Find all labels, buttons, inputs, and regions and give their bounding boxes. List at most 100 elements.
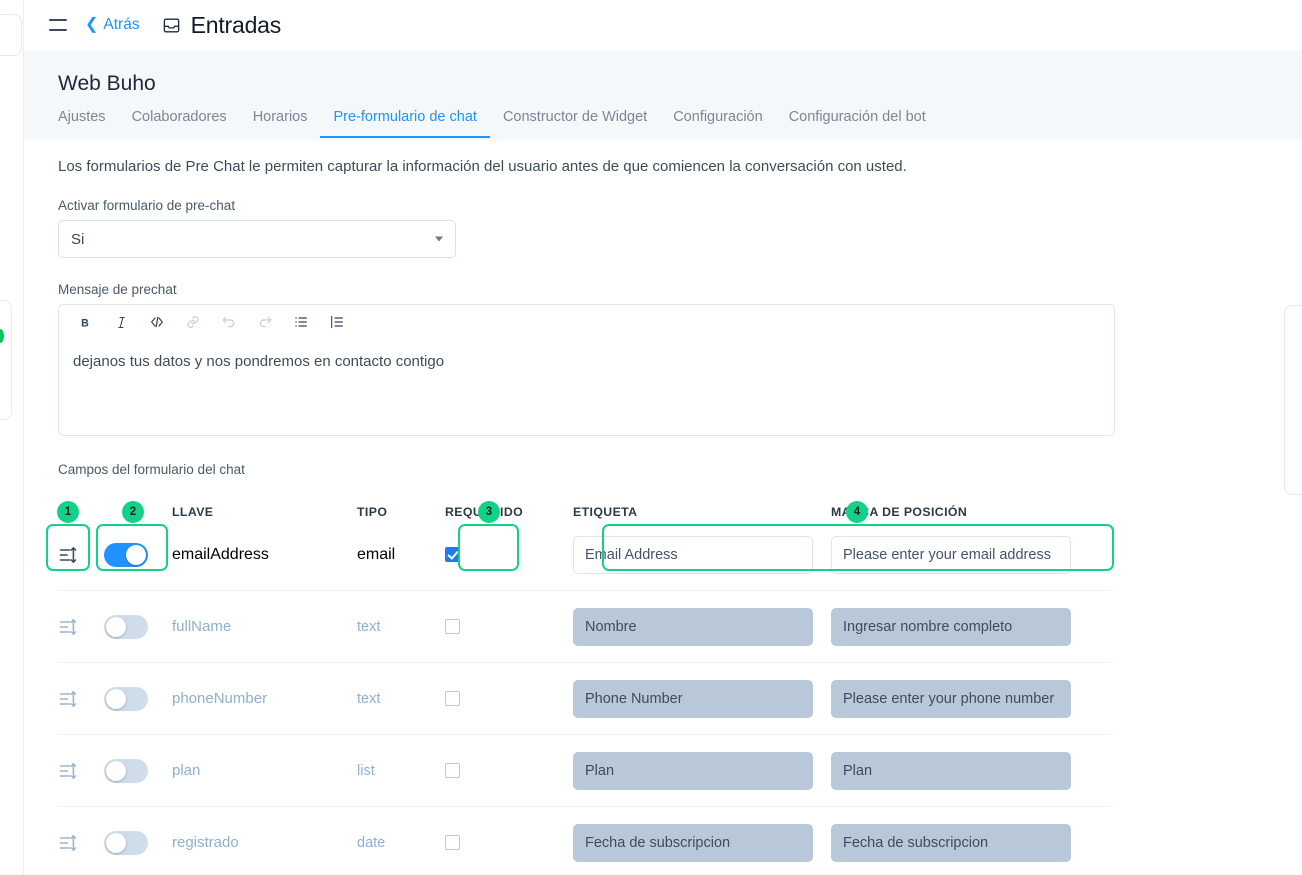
toggle-knob [126,545,146,565]
header-tipo: TIPO [357,505,445,519]
required-checkbox[interactable] [445,619,460,634]
prechat-message-editor: B [58,304,1115,436]
drag-handle-cell [58,617,104,637]
field-type: text [357,619,380,635]
enable-toggle-cell [104,687,172,711]
page-title: Web Buho [58,72,156,96]
enable-toggle[interactable] [104,831,148,855]
tab-pre-formulario-de-chat[interactable]: Pre-formulario de chat [320,110,489,138]
table-row: phoneNumber text Phone Number Please ent… [58,663,1115,735]
top-bar: ❮ Atrás Entradas [24,0,1302,50]
prechat-message-label: Mensaje de prechat [58,282,1302,297]
enable-toggle[interactable] [104,759,148,783]
tab-horarios[interactable]: Horarios [240,110,321,138]
placeholder-cell: Ingresar nombre completo [831,608,1107,646]
placeholder-input: Plan [831,752,1071,790]
form-body: Los formularios de Pre Chat le permiten … [58,158,1302,875]
required-checkbox[interactable] [445,763,460,778]
drag-handle-cell [58,833,104,853]
editor-toolbar: B [59,305,1114,339]
hamburger-icon[interactable] [49,19,67,31]
toggle-knob [106,833,126,853]
label-input: Phone Number [573,680,813,718]
field-key: emailAddress [172,546,357,564]
reorder-handle[interactable] [58,833,104,853]
table-row: emailAddress email Email Address Please … [58,519,1115,591]
table-row: registrado date Fecha de subscripcion Fe… [58,807,1115,875]
fields-table-caption: Campos del formulario del chat [58,462,1302,477]
required-checkbox[interactable] [445,547,460,562]
field-key: phoneNumber [172,690,267,707]
tab-configuracion-del-bot[interactable]: Configuración del bot [776,110,939,138]
enable-form-label: Activar formulario de pre-chat [58,198,1302,213]
enable-toggle[interactable] [104,615,148,639]
field-type: list [357,763,375,779]
enable-toggle[interactable] [104,543,148,567]
label-input: Fecha de subscripcion [573,824,813,862]
back-button[interactable]: ❮ Atrás [85,16,140,34]
required-cell [445,547,573,562]
field-type: email [357,546,445,564]
link-icon[interactable] [175,307,211,337]
required-checkbox[interactable] [445,691,460,706]
bold-icon[interactable]: B [67,307,103,337]
intro-text: Los formularios de Pre Chat le permiten … [58,158,1302,175]
tab-constructor-de-widget[interactable]: Constructor de Widget [490,110,660,138]
chevron-down-icon [435,237,443,242]
enable-form-select-wrapper: Si [58,220,456,258]
drag-handle-cell [58,545,104,565]
reorder-handle[interactable] [58,689,104,709]
sort-arrow-icon [58,689,78,709]
adjacent-panel-sliver-mid [0,300,12,420]
enable-toggle-cell [104,831,172,855]
tab-configuracion[interactable]: Configuración [660,110,775,138]
field-key: fullName [172,618,231,635]
reorder-handle[interactable] [58,545,104,565]
label-cell: Plan [573,752,831,790]
field-key: registrado [172,834,239,851]
tab-ajustes[interactable]: Ajustes [58,110,119,138]
adjacent-panel-sliver-top [0,14,22,56]
redo-icon[interactable] [247,307,283,337]
label-input: Plan [573,752,813,790]
tab-bar: Ajustes Colaboradores Horarios Pre-formu… [58,110,939,138]
label-cell: Email Address [573,536,831,574]
field-key: plan [172,762,200,779]
sort-arrow-icon [58,761,78,781]
enable-toggle[interactable] [104,687,148,711]
annotation-badge-4: 4 [846,501,868,523]
ordered-list-icon[interactable] [319,307,355,337]
placeholder-input: Ingresar nombre completo [831,608,1071,646]
table-row: plan list Plan Plan [58,735,1115,807]
inbox-icon [162,16,181,35]
label-input: Nombre [573,608,813,646]
label-input[interactable]: Email Address [573,536,813,574]
toggle-knob [106,761,126,781]
enable-toggle-cell [104,543,172,567]
required-cell [445,691,573,706]
drag-handle-cell [58,689,104,709]
reorder-handle[interactable] [58,617,104,637]
required-checkbox[interactable] [445,835,460,850]
placeholder-input: Please enter your phone number [831,680,1071,718]
field-type: text [357,691,380,707]
annotation-badge-2: 2 [122,501,144,523]
sort-arrow-icon [58,833,78,853]
italic-icon[interactable] [103,307,139,337]
bullet-list-icon[interactable] [283,307,319,337]
reorder-handle[interactable] [58,761,104,781]
code-icon[interactable] [139,307,175,337]
placeholder-cell: Please enter your phone number [831,680,1107,718]
prechat-message-text[interactable]: dejanos tus datos y nos pondremos en con… [59,339,1114,435]
table-row: fullName text Nombre Ingresar nombre com… [58,591,1115,663]
content-area: Web Buho Ajustes Colaboradores Horarios … [24,50,1302,875]
undo-icon[interactable] [211,307,247,337]
enable-form-select[interactable]: Si [58,220,456,258]
header-llave: LLAVE [172,505,357,519]
toggle-knob [106,689,126,709]
tab-colaboradores[interactable]: Colaboradores [119,110,240,138]
placeholder-cell: Fecha de subscripcion [831,824,1107,862]
placeholder-cell: Plan [831,752,1107,790]
header-marca-de-posicion: MARCA DE POSICIÓN [831,505,1107,519]
placeholder-input[interactable]: Please enter your email address [831,536,1071,574]
